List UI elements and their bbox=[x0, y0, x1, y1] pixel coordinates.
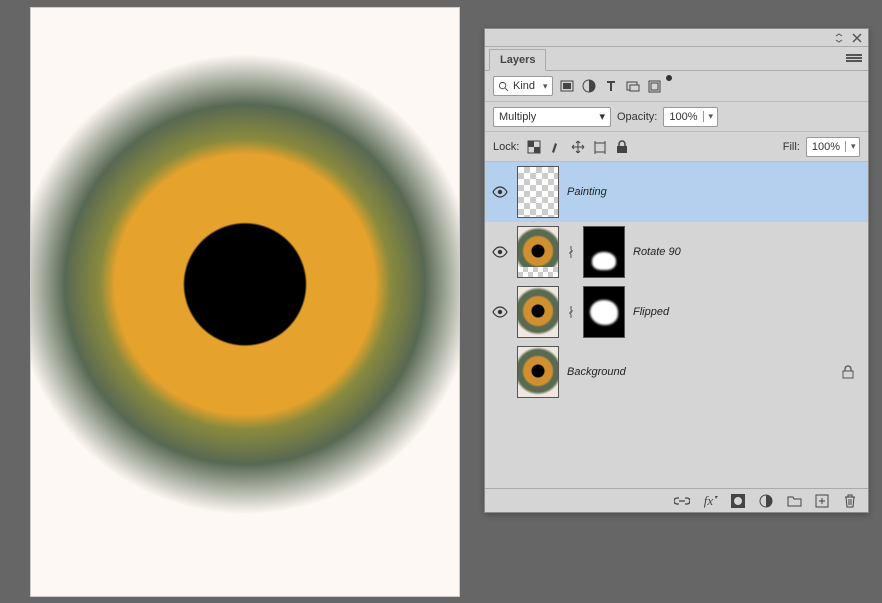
layer-thumbnail[interactable] bbox=[517, 286, 559, 338]
mask-link-icon[interactable] bbox=[567, 245, 575, 259]
blend-row: Multiply ▾ Opacity: 100% ▾ bbox=[485, 102, 868, 132]
layer-thumbnail[interactable] bbox=[517, 346, 559, 398]
mask-thumbnail[interactable] bbox=[583, 226, 625, 278]
layer-lock-icon[interactable] bbox=[842, 365, 854, 379]
layer-thumbnail[interactable] bbox=[517, 166, 559, 218]
mask-thumbnail[interactable] bbox=[583, 286, 625, 338]
layer-name[interactable]: Rotate 90 bbox=[633, 246, 681, 258]
lock-icons bbox=[525, 138, 631, 156]
layer-row[interactable]: Flipped bbox=[485, 282, 868, 342]
chevron-down-icon[interactable]: ▾ bbox=[703, 111, 717, 122]
fill-input[interactable]: 100% ▾ bbox=[806, 137, 860, 157]
canvas-image bbox=[31, 8, 459, 596]
layer-row[interactable]: Background bbox=[485, 342, 868, 402]
chevron-down-icon: ▾ bbox=[543, 81, 548, 92]
delete-layer-icon[interactable] bbox=[842, 493, 858, 509]
opacity-value: 100% bbox=[664, 111, 702, 123]
filter-kind-select[interactable]: Kind ▾ bbox=[493, 76, 553, 96]
filter-pixel-icon[interactable] bbox=[559, 78, 575, 94]
visibility-toggle[interactable] bbox=[491, 185, 509, 199]
filter-shape-icon[interactable] bbox=[625, 78, 641, 94]
chevron-down-icon[interactable]: ▾ bbox=[845, 141, 859, 152]
search-icon bbox=[498, 81, 509, 92]
filter-toggle-dot[interactable] bbox=[666, 75, 672, 81]
layer-filter-row: Kind ▾ bbox=[485, 71, 868, 102]
layers-list: Painting Rotate 90 Flipped Background bbox=[485, 162, 868, 488]
new-group-icon[interactable] bbox=[786, 493, 802, 509]
lock-artboard-icon[interactable] bbox=[591, 138, 609, 156]
add-mask-icon[interactable] bbox=[730, 493, 746, 509]
layers-panel: Layers Kind ▾ Multiply bbox=[484, 28, 869, 513]
visibility-toggle[interactable] bbox=[491, 305, 509, 319]
mask-link-icon[interactable] bbox=[567, 305, 575, 319]
opacity-input[interactable]: 100% ▾ bbox=[663, 107, 717, 127]
chevron-down-icon: ▾ bbox=[599, 110, 605, 123]
tab-layers[interactable]: Layers bbox=[489, 49, 546, 71]
filter-kind-label: Kind bbox=[511, 80, 541, 92]
layer-name[interactable]: Background bbox=[567, 366, 626, 378]
filter-adjustment-icon[interactable] bbox=[581, 78, 597, 94]
layer-name[interactable]: Flipped bbox=[633, 306, 669, 318]
close-icon[interactable] bbox=[852, 33, 862, 43]
collapse-icon[interactable] bbox=[834, 33, 844, 43]
new-layer-icon[interactable] bbox=[814, 493, 830, 509]
layer-row[interactable]: Painting bbox=[485, 162, 868, 222]
lock-position-icon[interactable] bbox=[569, 138, 587, 156]
filter-type-icon[interactable] bbox=[603, 78, 619, 94]
panel-tabbar: Layers bbox=[485, 47, 868, 71]
blend-mode-value: Multiply bbox=[499, 111, 536, 123]
add-adjustment-icon[interactable] bbox=[758, 493, 774, 509]
link-layers-icon[interactable] bbox=[674, 493, 690, 509]
lock-transparency-icon[interactable] bbox=[525, 138, 543, 156]
fill-value: 100% bbox=[807, 141, 845, 153]
lock-label: Lock: bbox=[493, 141, 519, 153]
visibility-toggle[interactable] bbox=[491, 245, 509, 259]
fill-label: Fill: bbox=[783, 141, 800, 153]
panel-menu-icon[interactable] bbox=[846, 51, 862, 65]
layer-effects-icon[interactable]: fx▾ bbox=[702, 493, 718, 509]
layer-thumbnail[interactable] bbox=[517, 226, 559, 278]
lock-all-icon[interactable] bbox=[613, 138, 631, 156]
filter-smartobject-icon[interactable] bbox=[647, 78, 663, 94]
opacity-label: Opacity: bbox=[617, 111, 657, 123]
lock-row: Lock: Fill: 100% ▾ bbox=[485, 132, 868, 162]
panel-footer: fx▾ bbox=[485, 488, 868, 512]
document-canvas[interactable] bbox=[30, 7, 460, 597]
layer-name[interactable]: Painting bbox=[567, 186, 607, 198]
panel-titlebar bbox=[485, 29, 868, 47]
lock-pixels-icon[interactable] bbox=[547, 138, 565, 156]
layer-row[interactable]: Rotate 90 bbox=[485, 222, 868, 282]
blend-mode-select[interactable]: Multiply ▾ bbox=[493, 107, 611, 127]
